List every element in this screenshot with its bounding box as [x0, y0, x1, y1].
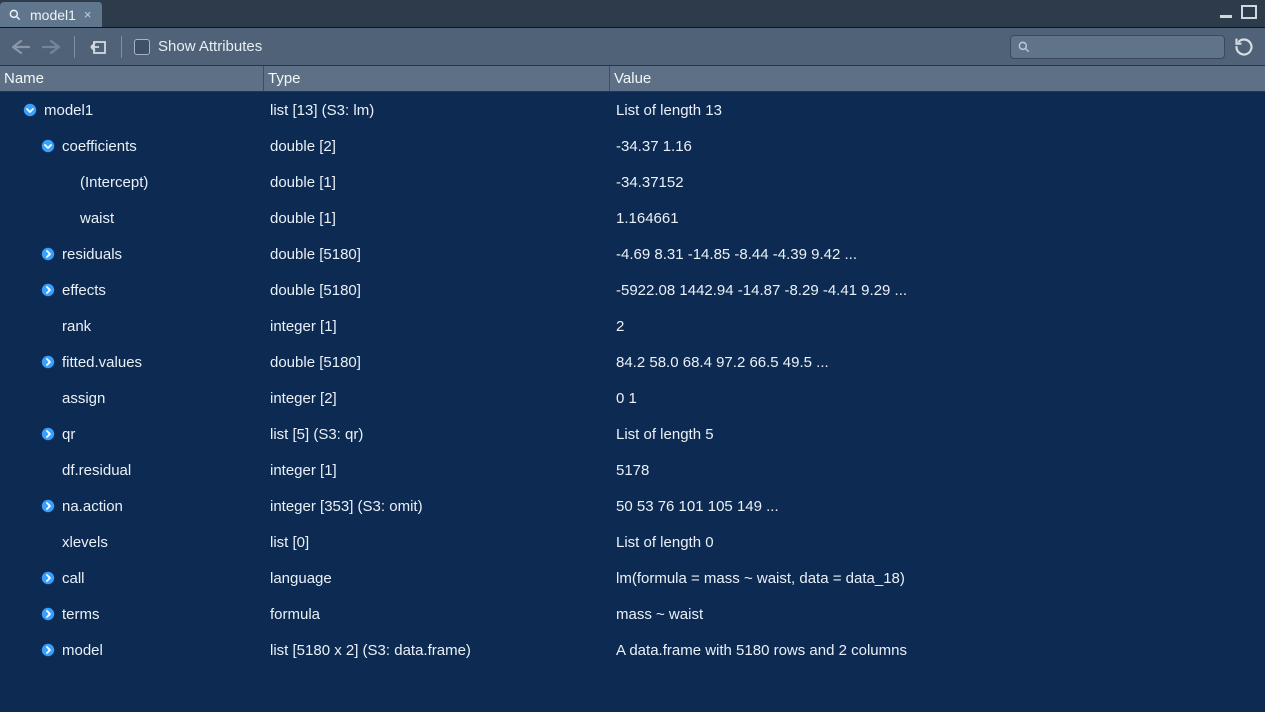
row-value: 0 1	[610, 390, 1265, 407]
row-type: list [13] (S3: lm)	[264, 102, 610, 119]
chevron-right-icon[interactable]	[40, 282, 56, 298]
row-name: xlevels	[62, 534, 108, 551]
row-value: -34.37 1.16	[610, 138, 1265, 155]
row-type: list [0]	[264, 534, 610, 551]
refresh-button[interactable]	[1233, 36, 1255, 58]
row-name: waist	[80, 210, 114, 227]
tree-row[interactable]: call languagelm(formula = mass ~ waist, d…	[0, 560, 1265, 596]
open-window-button[interactable]	[87, 36, 109, 58]
back-button[interactable]	[10, 36, 32, 58]
tree-row[interactable]: fitted.values double [5180]84.2 58.0 68.4…	[0, 344, 1265, 380]
row-name: terms	[62, 606, 100, 623]
tree-row[interactable]: waist double [1]1.164661	[0, 200, 1265, 236]
row-value: 50 53 76 101 105 149 ...	[610, 498, 1265, 515]
row-value: mass ~ waist	[610, 606, 1265, 623]
row-name: df.residual	[62, 462, 131, 479]
column-header-type[interactable]: Type	[264, 66, 610, 91]
row-type: double [1]	[264, 210, 610, 227]
row-type: double [2]	[264, 138, 610, 155]
row-type: double [5180]	[264, 246, 610, 263]
forward-button[interactable]	[40, 36, 62, 58]
row-name: model1	[44, 102, 93, 119]
row-type: double [5180]	[264, 282, 610, 299]
tree-row[interactable]: model1 list [13] (S3: lm)List of length 1…	[0, 92, 1265, 128]
tree-row[interactable]: rank integer [1]2	[0, 308, 1265, 344]
row-value: 84.2 58.0 68.4 97.2 66.5 49.5 ...	[610, 354, 1265, 371]
row-type: integer [1]	[264, 462, 610, 479]
row-type: language	[264, 570, 610, 587]
row-value: 2	[610, 318, 1265, 335]
tree-row[interactable]: assign integer [2]0 1	[0, 380, 1265, 416]
row-name: coefficients	[62, 138, 137, 155]
row-name: residuals	[62, 246, 122, 263]
row-name: effects	[62, 282, 106, 299]
tab-strip: model1 ×	[0, 0, 1265, 28]
search-input[interactable]	[1037, 39, 1218, 55]
tree-row[interactable]: (Intercept) double [1]-34.37152	[0, 164, 1265, 200]
row-type: list [5] (S3: qr)	[264, 426, 610, 443]
tab-title: model1	[30, 7, 76, 23]
tree-row[interactable]: df.residual integer [1]5178	[0, 452, 1265, 488]
row-value: 1.164661	[610, 210, 1265, 227]
chevron-down-icon[interactable]	[40, 138, 56, 154]
column-header-row: Name Type Value	[0, 66, 1265, 92]
close-icon[interactable]: ×	[84, 8, 92, 21]
tree-row[interactable]: xlevels list [0]List of length 0	[0, 524, 1265, 560]
row-type: formula	[264, 606, 610, 623]
row-value: A data.frame with 5180 rows and 2 column…	[610, 642, 1265, 659]
row-type: integer [353] (S3: omit)	[264, 498, 610, 515]
window-controls	[1219, 0, 1265, 27]
chevron-right-icon[interactable]	[40, 642, 56, 658]
tab-model1[interactable]: model1 ×	[0, 2, 103, 27]
search-icon	[1017, 40, 1031, 54]
row-name: qr	[62, 426, 75, 443]
search-icon	[8, 8, 22, 22]
row-type: double [5180]	[264, 354, 610, 371]
row-type: integer [2]	[264, 390, 610, 407]
tree-row[interactable]: coefficients double [2]-34.37 1.16	[0, 128, 1265, 164]
chevron-right-icon[interactable]	[40, 570, 56, 586]
chevron-down-icon[interactable]	[22, 102, 38, 118]
tree-content[interactable]: model1 list [13] (S3: lm)List of length 1…	[0, 92, 1265, 712]
row-name: (Intercept)	[80, 174, 148, 191]
tree-row[interactable]: qr list [5] (S3: qr)List of length 5	[0, 416, 1265, 452]
toolbar-separator	[74, 36, 75, 58]
row-value: List of length 5	[610, 426, 1265, 443]
row-value: -34.37152	[610, 174, 1265, 191]
maximize-icon[interactable]	[1241, 5, 1257, 22]
row-name: call	[62, 570, 85, 587]
show-attributes-checkbox[interactable]	[134, 39, 150, 55]
row-value: 5178	[610, 462, 1265, 479]
row-name: rank	[62, 318, 91, 335]
search-box[interactable]	[1010, 35, 1225, 59]
minimize-icon[interactable]	[1219, 6, 1235, 22]
tree-row[interactable]: na.action integer [353] (S3: omit)50 53 7…	[0, 488, 1265, 524]
toolbar-separator	[121, 36, 122, 58]
chevron-right-icon[interactable]	[40, 498, 56, 514]
tree-row[interactable]: terms formulamass ~ waist	[0, 596, 1265, 632]
tree-row[interactable]: residuals double [5180]-4.69 8.31 -14.85 …	[0, 236, 1265, 272]
chevron-right-icon[interactable]	[40, 426, 56, 442]
show-attributes-label[interactable]: Show Attributes	[158, 38, 262, 55]
row-name: model	[62, 642, 103, 659]
row-name: fitted.values	[62, 354, 142, 371]
column-header-name[interactable]: Name	[0, 66, 264, 91]
row-type: list [5180 x 2] (S3: data.frame)	[264, 642, 610, 659]
tree-row[interactable]: effects double [5180]-5922.08 1442.94 -14…	[0, 272, 1265, 308]
chevron-right-icon[interactable]	[40, 354, 56, 370]
row-name: na.action	[62, 498, 123, 515]
chevron-right-icon[interactable]	[40, 246, 56, 262]
row-type: double [1]	[264, 174, 610, 191]
chevron-right-icon[interactable]	[40, 606, 56, 622]
tree-row[interactable]: model list [5180 x 2] (S3: data.frame)A d…	[0, 632, 1265, 668]
row-value: List of length 0	[610, 534, 1265, 551]
row-value: lm(formula = mass ~ waist, data = data_1…	[610, 570, 1265, 587]
column-header-value[interactable]: Value	[610, 66, 1265, 91]
row-value: -5922.08 1442.94 -14.87 -8.29 -4.41 9.29…	[610, 282, 1265, 299]
toolbar: Show Attributes	[0, 28, 1265, 66]
row-name: assign	[62, 390, 105, 407]
row-value: -4.69 8.31 -14.85 -8.44 -4.39 9.42 ...	[610, 246, 1265, 263]
row-value: List of length 13	[610, 102, 1265, 119]
row-type: integer [1]	[264, 318, 610, 335]
